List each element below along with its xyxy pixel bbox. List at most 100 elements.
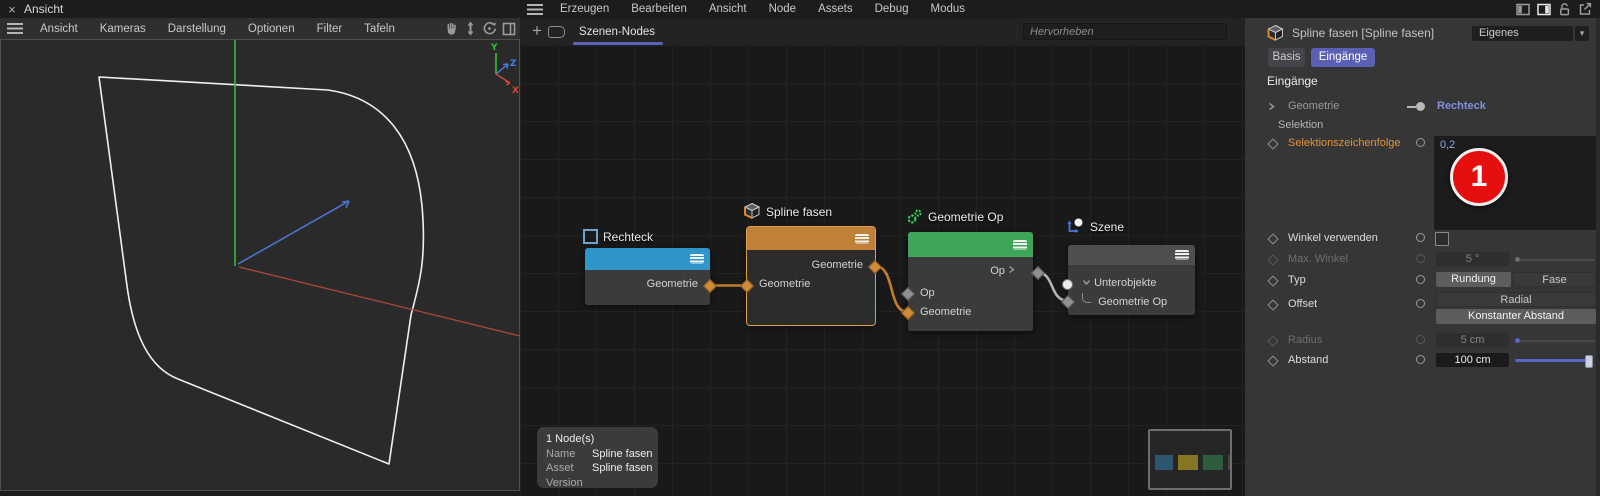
port-selektionszeichenfolge[interactable] — [1416, 138, 1425, 147]
radius-slider-handle — [1515, 338, 1520, 343]
add-tab-icon[interactable]: + — [520, 21, 548, 43]
row-label-winkel-verwenden[interactable]: Winkel verwenden — [1288, 232, 1378, 244]
max-winkel-slider — [1516, 259, 1595, 261]
minimap-node-rechteck — [1155, 455, 1173, 470]
annotation-badge-1: 1 — [1450, 148, 1508, 206]
minimap-node-geometrie-op — [1203, 455, 1223, 470]
tab-shape-icon[interactable] — [548, 26, 565, 38]
menu-darstellung[interactable]: Darstellung — [157, 23, 237, 35]
minimap-node-spline-fasen — [1178, 455, 1198, 470]
layout-split-right-icon[interactable] — [1537, 3, 1551, 16]
winkel-verwenden-checkbox[interactable] — [1435, 232, 1449, 246]
port-geometrie[interactable] — [1416, 102, 1425, 111]
row-diamond-icon — [1267, 335, 1278, 346]
row-label-abstand[interactable]: Abstand — [1288, 354, 1328, 366]
node-rechteck[interactable]: Geometrie — [585, 248, 710, 305]
row-label-max-winkel: Max. Winkel — [1288, 253, 1348, 265]
node-header[interactable] — [747, 227, 875, 250]
typ-option-fase[interactable]: Fase — [1513, 272, 1596, 287]
dropdown-arrow-icon[interactable]: ▾ — [1575, 26, 1589, 41]
node-spline-fasen[interactable]: Geometrie Geometrie — [747, 227, 875, 325]
popout-icon[interactable] — [1578, 2, 1592, 16]
close-icon[interactable]: × — [0, 2, 24, 17]
node-minimap[interactable] — [1148, 429, 1232, 490]
node-szene[interactable]: Unterobjekte Geometrie Op — [1068, 245, 1195, 315]
menu-ansicht[interactable]: Ansicht — [29, 23, 89, 35]
group-selektion: Selektion — [1278, 119, 1323, 131]
node-menu-icon[interactable] — [1013, 240, 1027, 250]
port-label-geometrie-in: Geometrie — [908, 303, 1033, 322]
axis-gizmo: Y Z X — [490, 43, 519, 96]
max-winkel-field: 5 ° — [1436, 252, 1509, 266]
typ-option-rundung[interactable]: Rundung — [1436, 272, 1511, 287]
node-menu-icon[interactable] — [1175, 250, 1189, 260]
offset-option-konstanter-abstand[interactable]: Konstanter Abstand — [1436, 309, 1596, 324]
port-abstand[interactable] — [1416, 355, 1425, 364]
port-offset[interactable] — [1416, 299, 1425, 308]
layout-split-left-icon[interactable] — [1516, 3, 1530, 16]
pan-hand-icon[interactable] — [444, 21, 459, 36]
port-unterobjekte-in[interactable] — [1062, 279, 1073, 290]
row-label-geometrie[interactable]: Geometrie — [1288, 100, 1339, 112]
node-title-rechteck: Rechteck — [583, 229, 653, 244]
node-geometrie-op[interactable]: Op Op Geometrie — [908, 232, 1033, 331]
maximize-view-icon[interactable] — [502, 22, 516, 36]
chevron-down-icon[interactable] — [1082, 279, 1091, 286]
svg-text:Y: Y — [490, 43, 498, 53]
tab-basis[interactable]: Basis — [1268, 48, 1305, 67]
row-label-offset[interactable]: Offset — [1288, 298, 1317, 310]
node-title-szene: Szene — [1066, 218, 1124, 235]
port-connected-line — [1407, 106, 1416, 108]
menu-kameras[interactable]: Kameras — [89, 23, 157, 35]
port-label-geometrie-in: Geometrie — [747, 275, 875, 294]
abstand-field[interactable]: 100 cm — [1436, 353, 1509, 367]
dolly-zoom-icon[interactable] — [464, 21, 477, 36]
node-header[interactable] — [585, 248, 710, 270]
node-menu-icon[interactable] — [855, 234, 869, 244]
port-label-geometrie-op: Geometrie Op — [1068, 293, 1195, 312]
node-title-spline-fasen: Spline fasen — [743, 202, 832, 221]
row-label-typ[interactable]: Typ — [1288, 274, 1306, 286]
row-label-selektionszeichenfolge[interactable]: Selektionszeichenfolge — [1288, 137, 1401, 149]
menu-optionen[interactable]: Optionen — [237, 23, 306, 35]
z-axis-line — [238, 201, 349, 264]
port-max-winkel — [1416, 254, 1425, 263]
node-editor: + Szenen-Nodes Rechteck Geometrie Spli — [520, 0, 1245, 496]
selection-info-box: 1 Node(s) Name Spline fasen Asset Spline… — [537, 427, 658, 488]
panel-scroll-strip[interactable] — [1596, 18, 1600, 496]
node-header[interactable] — [1068, 245, 1195, 266]
tab-eingaenge[interactable]: Eingänge — [1311, 48, 1375, 67]
hamburger-menu-icon[interactable] — [7, 23, 23, 34]
menu-filter[interactable]: Filter — [306, 23, 354, 35]
node-menu-icon[interactable] — [690, 254, 704, 264]
port-label-unterobjekte: Unterobjekte — [1068, 274, 1195, 293]
expander-chevron-icon[interactable] — [1268, 102, 1275, 111]
szene-icon — [1066, 218, 1085, 235]
viewport-menu-bar: Ansicht Kameras Darstellung Optionen Fil… — [0, 18, 520, 39]
attribute-manager: Spline fasen [Spline fasen] Eigenes ▾ Ba… — [1245, 18, 1600, 496]
chevron-right-icon — [1008, 265, 1015, 274]
preset-dropdown[interactable]: Eigenes — [1472, 26, 1573, 41]
spline-fasen-icon — [743, 202, 761, 221]
svg-text:Z: Z — [510, 59, 517, 69]
tab-label: Szenen-Nodes — [579, 26, 655, 38]
highlight-search-input[interactable] — [1023, 23, 1227, 40]
rectangle-icon — [583, 229, 598, 244]
value-geometrie[interactable]: Rechteck — [1437, 100, 1486, 112]
row-diamond-icon — [1267, 138, 1278, 149]
lock-icon[interactable] — [1558, 2, 1571, 16]
tab-szenen-nodes[interactable]: Szenen-Nodes — [577, 26, 659, 38]
svg-text:X: X — [512, 86, 519, 96]
node-count: 1 Node(s) — [546, 432, 594, 447]
abstand-slider-handle[interactable] — [1585, 355, 1593, 368]
offset-option-radial[interactable]: Radial — [1436, 292, 1596, 307]
port-winkel-verwenden[interactable] — [1416, 233, 1425, 242]
port-typ[interactable] — [1416, 275, 1425, 284]
node-header[interactable] — [908, 232, 1033, 257]
rotate-view-icon[interactable] — [482, 21, 497, 36]
3d-viewport[interactable]: Y Z X — [0, 39, 520, 491]
max-winkel-slider-handle — [1515, 257, 1520, 262]
abstand-slider-fill[interactable] — [1515, 359, 1589, 362]
menu-tafeln[interactable]: Tafeln — [353, 23, 406, 35]
spline-fasen-icon — [1266, 24, 1285, 43]
